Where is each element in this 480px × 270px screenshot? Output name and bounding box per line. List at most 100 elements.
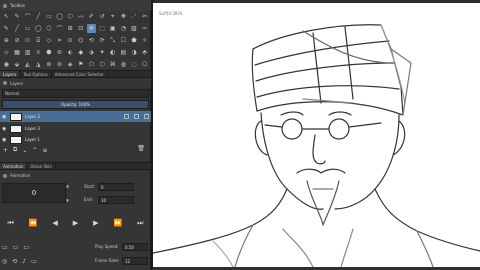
onion-skin-icon[interactable]: ◎	[2, 258, 7, 265]
tool-button-icon[interactable]: ▨	[130, 24, 139, 33]
alpha-lock-icon[interactable]	[134, 114, 139, 119]
toolbox-close-icon[interactable]	[3, 3, 7, 8]
tool-button-icon[interactable]: ⊛	[45, 60, 54, 69]
tool-button-icon[interactable]: ⊙	[66, 36, 75, 45]
tool-button-icon[interactable]: ⬘	[140, 48, 149, 57]
visibility-eye-icon[interactable]: ◉	[2, 137, 7, 143]
tab-tool-options[interactable]: Tool Options	[20, 71, 52, 77]
tool-button-icon[interactable]: ⊡	[76, 24, 85, 33]
tool-button-icon[interactable]: ◆	[76, 48, 85, 57]
tool-button-icon[interactable]: ▭	[23, 24, 32, 33]
next-frame-icon[interactable]: ▶	[93, 219, 98, 227]
add-frame-icon[interactable]: ▭	[2, 244, 8, 251]
tool-button-icon[interactable]: ▣	[108, 24, 117, 33]
tool-button-icon[interactable]: ✑	[140, 24, 149, 33]
next-keyframe-icon[interactable]: ⏩	[113, 219, 122, 227]
previous-keyframe-icon[interactable]: ⏪	[29, 219, 38, 227]
move-layer-down-icon[interactable]: ⌄	[22, 147, 27, 154]
first-frame-icon[interactable]: ⏮	[7, 219, 13, 228]
frame-rate-field[interactable]: 12	[122, 257, 148, 265]
tool-button-icon[interactable]: ▤	[119, 48, 128, 57]
tool-button-icon[interactable]: ✦	[98, 48, 107, 57]
copy-frame-icon[interactable]: ▭	[13, 244, 19, 251]
tool-button-icon[interactable]: ✐	[87, 12, 96, 21]
tool-button-icon[interactable]: ◇	[45, 36, 54, 45]
layer-row[interactable]: ◉ Layer 3	[0, 123, 151, 134]
tool-button-icon[interactable]: ↺	[98, 12, 107, 21]
opacity-slider[interactable]: Opacity: 100%	[2, 100, 149, 109]
visibility-eye-icon[interactable]: ◉	[2, 114, 7, 120]
tool-button-icon[interactable]: ◭	[23, 60, 32, 69]
tool-button-icon[interactable]: ⬠	[87, 60, 96, 69]
animation-close-icon[interactable]	[3, 173, 7, 178]
tool-button-icon[interactable]: ◐	[108, 48, 117, 57]
last-frame-icon[interactable]: ⏭	[137, 219, 143, 228]
tool-button-icon[interactable]: ◉	[2, 60, 11, 69]
tool-button-icon[interactable]: ⌾	[34, 48, 43, 57]
blend-mode-select[interactable]: Normal	[2, 89, 149, 98]
tool-button-icon[interactable]: ⊹	[2, 48, 11, 57]
tool-button-icon[interactable]: ⤢	[130, 12, 139, 21]
tool-button-icon[interactable]: 〰	[76, 12, 85, 21]
tool-button-icon[interactable]: ⬢	[45, 48, 54, 57]
tool-button-icon[interactable]: ↖	[2, 12, 11, 21]
tool-button-icon[interactable]: ⌸	[34, 36, 43, 45]
tool-button-icon[interactable]: ⤡	[108, 36, 117, 45]
duplicate-layer-icon[interactable]: ⧉	[13, 146, 17, 154]
audio-icon[interactable]: ♪	[22, 258, 26, 265]
tool-button-icon[interactable]: ⬖	[66, 48, 75, 57]
visibility-eye-icon[interactable]: ◉	[2, 126, 7, 132]
tool-button-icon[interactable]: ◔	[119, 24, 128, 33]
inherit-alpha-icon[interactable]	[144, 114, 149, 119]
tool-button-icon[interactable]: ⊘	[13, 36, 22, 45]
tool-button-icon[interactable]: ✥	[119, 12, 128, 21]
tool-button-icon[interactable]: ⊕	[2, 36, 11, 45]
tool-button-icon[interactable]: ◑	[130, 48, 139, 57]
tool-button-icon[interactable]: ▥	[23, 48, 32, 57]
play-icon[interactable]: ▶	[73, 219, 78, 227]
layer-row[interactable]: ◉ Layer 1	[0, 134, 151, 145]
tool-button-icon[interactable]: ⌒	[23, 12, 32, 21]
tool-button-icon[interactable]: ☐	[119, 36, 128, 45]
tool-button-icon[interactable]: ◮	[34, 60, 43, 69]
tool-button-icon[interactable]: ◈	[66, 60, 75, 69]
tool-button-icon[interactable]: ⬭	[23, 36, 32, 45]
tool-button-icon[interactable]: ⊜	[55, 60, 64, 69]
frame-spinner[interactable]: ▲ ▼	[66, 183, 72, 203]
tool-button-icon[interactable]: ⎔	[140, 60, 149, 69]
drawing-canvas[interactable]: Suff(4:38)%	[153, 3, 480, 267]
tool-button-icon[interactable]: ◍	[119, 60, 128, 69]
move-layer-up-icon[interactable]: ⌃	[32, 147, 37, 154]
drop-frames-icon[interactable]: ▭	[31, 258, 37, 265]
tool-button-icon[interactable]: ⬙	[13, 60, 22, 69]
layer-properties-icon[interactable]: ≡	[42, 147, 47, 154]
tool-button-icon[interactable]: ⬡	[45, 24, 54, 33]
tab-advanced-color-selector[interactable]: Advanced Color Selector	[52, 71, 108, 77]
current-frame-field[interactable]: 0	[2, 183, 66, 203]
tool-button-icon[interactable]: ⌬	[76, 36, 85, 45]
tool-button-icon[interactable]: ⬡	[98, 60, 107, 69]
tool-button-icon[interactable]: ╱	[34, 12, 43, 21]
tool-button-icon[interactable]: ╱	[13, 24, 22, 33]
tool-button-icon[interactable]: ✎	[13, 12, 22, 21]
delete-frame-icon[interactable]: ▭	[23, 244, 29, 251]
spin-down-icon[interactable]: ▼	[66, 198, 72, 203]
end-field[interactable]: 10	[98, 196, 134, 204]
spin-up-icon[interactable]: ▲	[66, 183, 72, 188]
tool-button-icon[interactable]: ▭	[45, 12, 54, 21]
layers-close-icon[interactable]	[3, 81, 7, 85]
loop-icon[interactable]: ⟲	[12, 258, 17, 265]
play-speed-field[interactable]: 0.50	[122, 243, 148, 251]
tool-button-icon[interactable]: ✂	[140, 12, 149, 21]
tool-button-icon[interactable]: ⬗	[87, 48, 96, 57]
tool-button-icon[interactable]: ⌗	[55, 36, 64, 45]
tool-button-icon[interactable]: ⬡	[66, 12, 75, 21]
previous-frame-icon[interactable]: ◀	[52, 219, 57, 227]
tool-button-icon[interactable]: ⌘	[108, 60, 117, 69]
tool-button-icon[interactable]: ✎	[2, 24, 11, 33]
delete-layer-icon[interactable]: 🗑	[137, 145, 145, 152]
tool-button-icon[interactable]: ⊞	[66, 24, 75, 33]
add-layer-icon[interactable]: +	[3, 147, 8, 154]
tool-button-icon[interactable]: ⟳	[98, 36, 107, 45]
tool-button-icon[interactable]: ◌	[130, 60, 139, 69]
